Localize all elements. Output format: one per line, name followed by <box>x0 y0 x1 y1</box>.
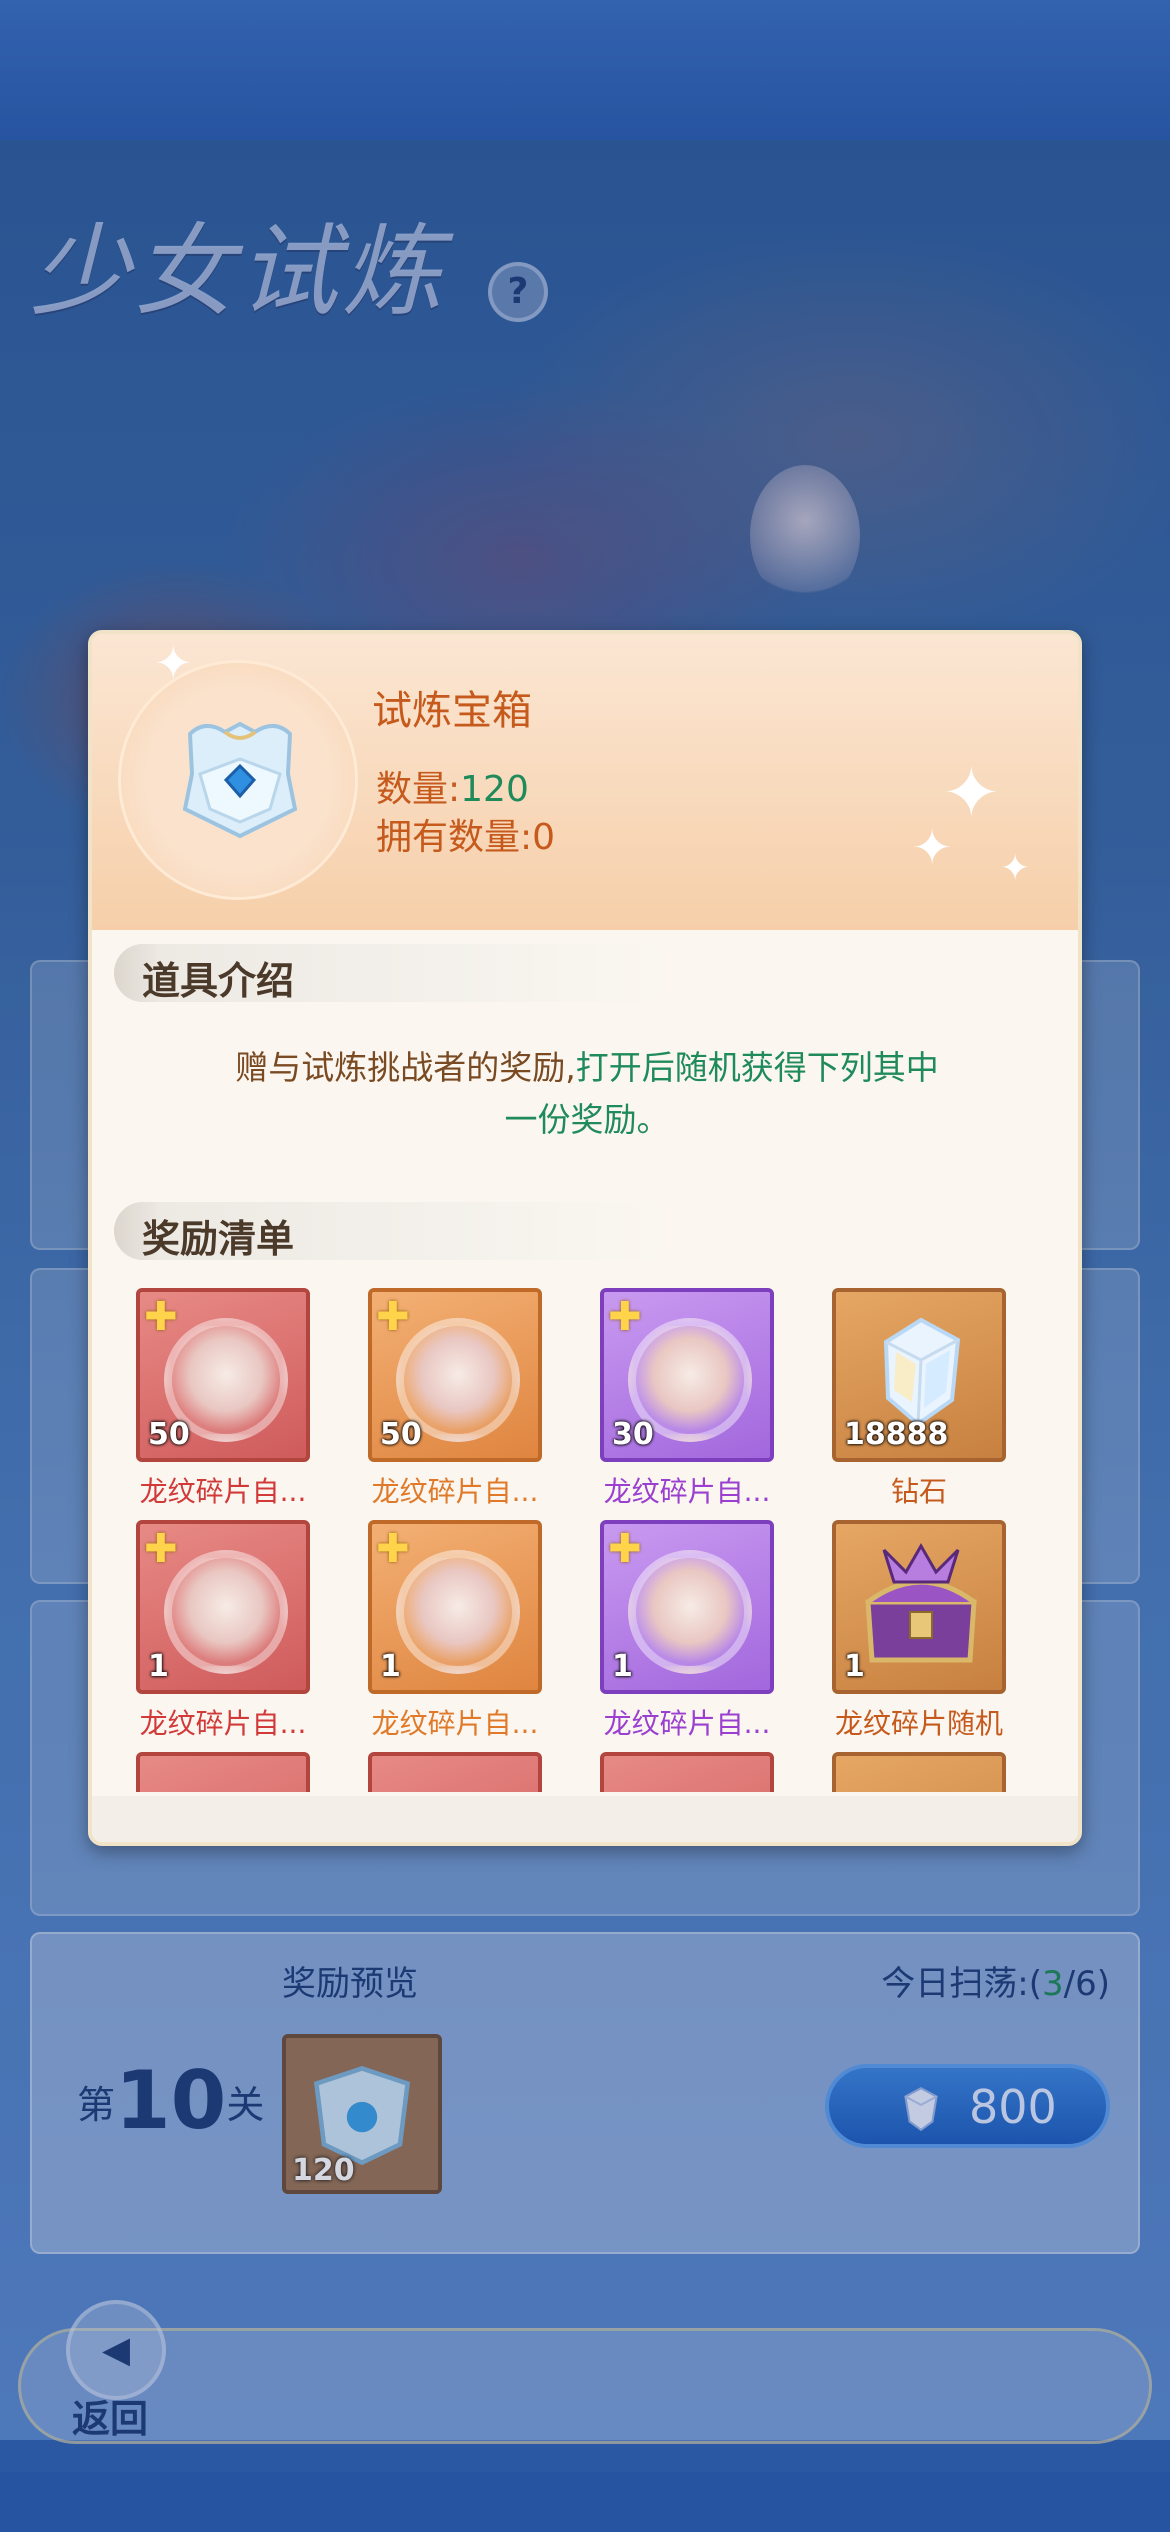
reward-tile: ✚ 1 <box>136 1520 310 1694</box>
reward-item[interactable] <box>832 1752 1056 1792</box>
modal-header: 试炼宝箱 数量:120 拥有数量:0 ✦ ✦ ✦ ✦ <box>92 634 1078 930</box>
quantity-line: 数量:120 <box>376 760 529 812</box>
reward-name: 龙纹碎片随机 <box>834 1707 1003 1740</box>
modal-footer <box>92 1796 1078 1842</box>
owned-value: 0 <box>532 817 556 858</box>
reward-item[interactable] <box>600 1752 832 1792</box>
reward-name: 龙纹碎片自... <box>603 1475 771 1508</box>
reward-name: 钻石 <box>890 1475 947 1508</box>
quantity-value: 120 <box>460 769 529 810</box>
reward-tile <box>368 1752 542 1792</box>
diamond-icon <box>883 1317 961 1427</box>
reward-tile: ✚ 30 <box>600 1288 774 1462</box>
reward-name: 龙纹碎片自... <box>371 1475 539 1508</box>
item-detail-modal: 试炼宝箱 数量:120 拥有数量:0 ✦ ✦ ✦ ✦ 道具介绍 赠与试炼挑战者的… <box>88 630 1082 1846</box>
rewards-section-header: 奖励清单 <box>114 1202 674 1261</box>
reward-count: 50 <box>148 1417 190 1452</box>
reward-tile: ✚ 1 <box>600 1520 774 1694</box>
reward-item[interactable]: 18888 钻石 <box>832 1288 1056 1508</box>
item-title: 试炼宝箱 <box>372 688 532 734</box>
reward-tile: ✚ 50 <box>368 1288 542 1462</box>
reward-item[interactable]: ✚ 1 龙纹碎片自... <box>136 1520 368 1740</box>
character-portrait-icon <box>396 1550 520 1674</box>
character-portrait-icon <box>628 1550 752 1674</box>
reward-tile: 18888 <box>832 1288 1006 1462</box>
reward-name: 龙纹碎片自... <box>603 1707 771 1740</box>
intro-section-header: 道具介绍 <box>114 944 674 1003</box>
owned-label: 拥有数量: <box>376 817 533 858</box>
reward-tile: 1 <box>832 1520 1006 1694</box>
sparkle-icon: ✦ <box>154 636 193 690</box>
reward-item[interactable]: ✚ 50 龙纹碎片自... <box>368 1288 600 1508</box>
description-part-2: 打开后随机获得下列其中 <box>575 1048 939 1087</box>
character-portrait-icon <box>164 1550 288 1674</box>
reward-tile: ✚ 1 <box>368 1520 542 1694</box>
reward-name: 龙纹碎片自... <box>139 1475 307 1508</box>
puzzle-piece-icon: ✚ <box>376 1294 410 1340</box>
reward-count: 1 <box>148 1649 169 1684</box>
reward-tile <box>136 1752 310 1792</box>
description-part-1: 赠与试炼挑战者的奖励, <box>235 1048 576 1087</box>
owned-line: 拥有数量:0 <box>376 808 555 860</box>
reward-tile <box>832 1752 1006 1792</box>
puzzle-piece-icon: ✚ <box>144 1294 178 1340</box>
reward-item[interactable]: ✚ 1 龙纹碎片自... <box>600 1520 832 1740</box>
reward-item[interactable]: ✚ 1 龙纹碎片自... <box>368 1520 600 1740</box>
reward-count: 1 <box>612 1649 633 1684</box>
reward-count: 1 <box>844 1649 865 1684</box>
reward-tile <box>600 1752 774 1792</box>
dragon-chest-icon <box>865 1542 977 1663</box>
quantity-label: 数量: <box>376 769 461 810</box>
reward-item[interactable]: ✚ 50 龙纹碎片自... <box>136 1288 368 1508</box>
reward-item[interactable]: ✚ 30 龙纹碎片自... <box>600 1288 832 1508</box>
reward-name: 龙纹碎片自... <box>139 1707 307 1740</box>
sparkle-icon: ✦ <box>1000 848 1031 889</box>
reward-item[interactable]: 1 龙纹碎片随机 <box>832 1520 1056 1740</box>
item-description: 赠与试炼挑战者的奖励,打开后随机获得下列其中 一份奖励。 <box>132 1042 1042 1146</box>
intro-heading: 道具介绍 <box>142 959 295 1003</box>
puzzle-piece-icon: ✚ <box>608 1294 642 1340</box>
reward-count: 30 <box>612 1417 654 1452</box>
reward-name: 龙纹碎片自... <box>371 1707 539 1740</box>
reward-item[interactable] <box>136 1752 368 1792</box>
sparkle-icon: ✦ <box>912 820 953 876</box>
description-part-3: 一份奖励。 <box>504 1100 670 1139</box>
reward-count: 1 <box>380 1649 401 1684</box>
puzzle-piece-icon: ✚ <box>608 1526 642 1572</box>
trial-chest-icon <box>182 721 298 839</box>
rewards-heading: 奖励清单 <box>142 1217 295 1261</box>
reward-tile: ✚ 50 <box>136 1288 310 1462</box>
reward-count: 18888 <box>844 1417 949 1452</box>
puzzle-piece-icon: ✚ <box>376 1526 410 1572</box>
reward-count: 50 <box>380 1417 422 1452</box>
rewards-grid[interactable]: ✚ 50 龙纹碎片自... ✚ 50 龙纹碎片自... ✚ 30 龙纹碎片自... 1… <box>136 1288 1056 1792</box>
puzzle-piece-icon: ✚ <box>144 1526 178 1572</box>
reward-item[interactable] <box>368 1752 600 1792</box>
